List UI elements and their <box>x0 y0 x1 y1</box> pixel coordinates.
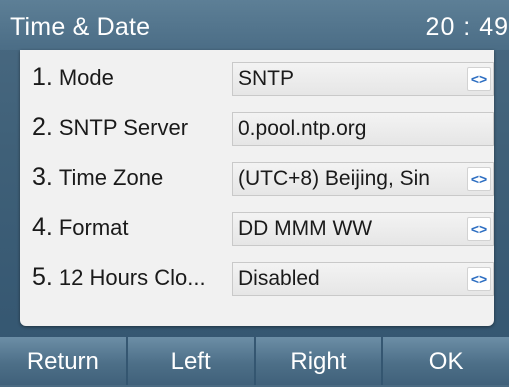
setting-label: 2. SNTP Server <box>32 113 189 141</box>
clock: 20 : 49 <box>425 13 509 41</box>
switch-arrows-icon[interactable]: <> <box>467 217 491 241</box>
left-button[interactable]: Left <box>127 337 254 385</box>
phone-screen: Time & Date 20 : 49 1. Mode SNTP <> 2. SNT… <box>0 0 509 385</box>
12-hours-clock-field[interactable]: Disabled <> <box>232 262 494 296</box>
ok-button[interactable]: OK <box>383 337 509 385</box>
right-button[interactable]: Right <box>255 337 382 385</box>
mode-value: SNTP <box>238 67 295 90</box>
setting-label: 5. 12 Hours Clo... <box>32 263 206 291</box>
settings-panel: 1. Mode SNTP <> 2. SNTP Server 0.pool.ntp.… <box>20 50 494 326</box>
time-zone-field[interactable]: (UTC+8) Beijing, Sin <> <box>232 162 494 196</box>
setting-row-format[interactable]: 4. Format DD MMM WW <> <box>20 205 494 259</box>
page-title: Time & Date <box>10 13 151 41</box>
softkey-bar: Return Left Right OK <box>0 337 509 385</box>
format-value: DD MMM WW <box>238 217 373 240</box>
setting-label: 3. Time Zone <box>32 163 164 191</box>
time-zone-value: (UTC+8) Beijing, Sin <box>238 167 430 190</box>
12-hours-clock-value: Disabled <box>238 267 320 290</box>
sntp-server-field[interactable]: 0.pool.ntp.org <box>232 112 494 146</box>
switch-arrows-icon[interactable]: <> <box>467 167 491 191</box>
switch-arrows-icon[interactable]: <> <box>467 267 491 291</box>
format-field[interactable]: DD MMM WW <> <box>232 212 494 246</box>
sntp-server-value: 0.pool.ntp.org <box>238 117 367 140</box>
mode-field[interactable]: SNTP <> <box>232 62 494 96</box>
setting-label: 4. Format <box>32 213 129 241</box>
setting-row-12-hours-clock[interactable]: 5. 12 Hours Clo... Disabled <> <box>20 255 494 309</box>
return-button[interactable]: Return <box>0 337 126 385</box>
setting-row-time-zone[interactable]: 3. Time Zone (UTC+8) Beijing, Sin <> <box>20 155 494 209</box>
setting-label: 1. Mode <box>32 63 114 91</box>
setting-row-mode[interactable]: 1. Mode SNTP <> <box>20 55 494 109</box>
setting-row-sntp-server[interactable]: 2. SNTP Server 0.pool.ntp.org <box>20 105 494 159</box>
switch-arrows-icon[interactable]: <> <box>467 67 491 91</box>
title-bar: Time & Date 20 : 49 <box>0 0 509 50</box>
